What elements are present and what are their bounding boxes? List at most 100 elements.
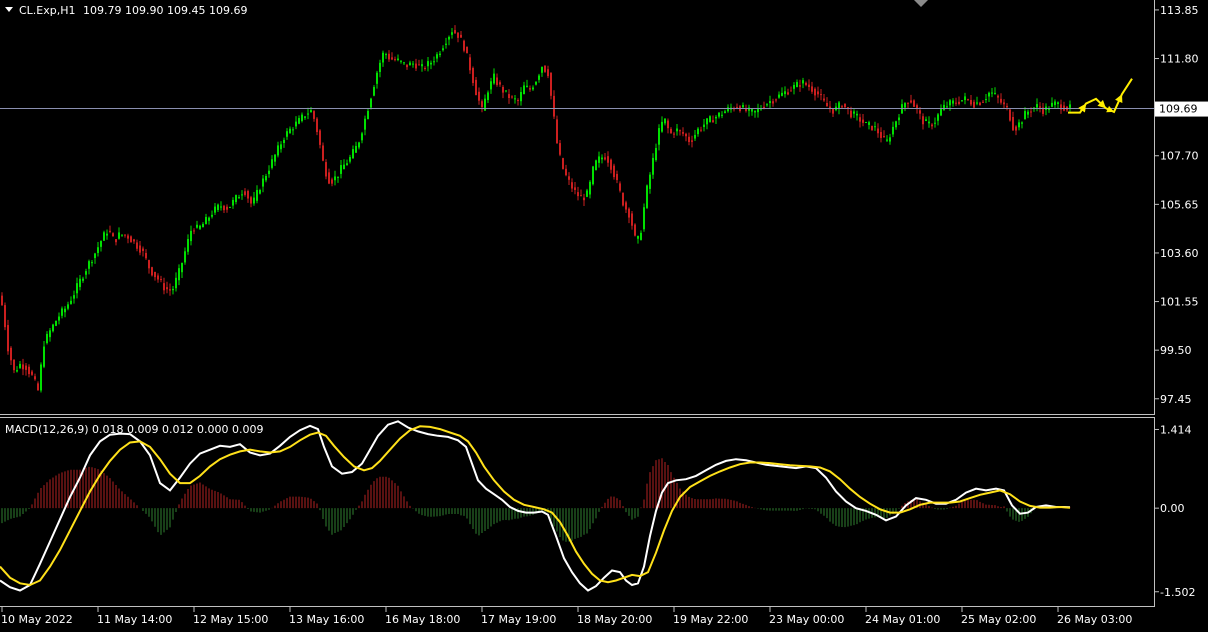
bull-candle [364, 118, 366, 130]
bull-candle [451, 32, 453, 35]
bear-candle [919, 110, 921, 114]
bull-candle [67, 304, 69, 309]
bear-candle [499, 82, 501, 85]
bear-candle [808, 84, 810, 88]
bull-candle [748, 107, 750, 111]
bull-candle [490, 81, 492, 90]
time-axis-label: 10 May 2022 [1, 613, 73, 626]
bull-candle [55, 320, 57, 326]
bull-candle [349, 157, 351, 162]
bear-candle [466, 46, 468, 54]
bear-candle [1009, 109, 1011, 121]
bull-candle [445, 43, 447, 45]
bull-candle [76, 283, 78, 294]
bull-candle [361, 133, 363, 141]
bear-candle [565, 168, 567, 176]
bull-candle [853, 111, 855, 114]
bull-candle [241, 194, 243, 196]
bull-candle [352, 149, 354, 159]
bull-candle [292, 129, 294, 131]
bull-candle [280, 144, 282, 150]
bull-candle [793, 85, 795, 89]
bull-candle [943, 104, 945, 111]
bull-candle [715, 116, 717, 119]
bear-candle [319, 130, 321, 145]
bear-candle [25, 365, 27, 370]
bull-candle [964, 96, 966, 101]
bull-candle [991, 92, 993, 94]
bull-candle [514, 98, 516, 100]
bull-candle [781, 92, 783, 96]
bull-candle [52, 324, 54, 332]
bull-candle [301, 114, 303, 122]
bull-candle [91, 262, 93, 264]
bear-candle [817, 91, 819, 95]
bull-candle [40, 364, 42, 391]
bear-candle [556, 119, 558, 144]
bull-candle [754, 110, 756, 113]
bear-candle [973, 101, 975, 108]
bull-candle [70, 300, 72, 304]
bear-candle [424, 68, 426, 70]
bull-candle [934, 122, 936, 124]
bull-candle [286, 131, 288, 137]
bear-candle [814, 88, 816, 96]
bull-candle [592, 166, 594, 185]
bull-candle [766, 104, 768, 106]
price-axis-label: 113.85 [1160, 4, 1199, 17]
bull-candle [118, 232, 120, 239]
bull-candle [595, 160, 597, 170]
bull-candle [1018, 122, 1020, 128]
bull-candle [73, 295, 75, 299]
bull-candle [940, 108, 942, 116]
bull-candle [430, 62, 432, 65]
bear-candle [328, 172, 330, 184]
bull-candle [184, 251, 186, 263]
bull-candle [664, 118, 666, 124]
bear-candle [502, 86, 504, 93]
bear-candle [745, 108, 747, 111]
bull-candle [373, 87, 375, 96]
bull-candle [403, 62, 405, 64]
bull-candle [43, 346, 45, 367]
bull-candle [904, 103, 906, 108]
bull-candle [802, 80, 804, 84]
bear-candle [685, 133, 687, 137]
bull-candle [946, 106, 948, 108]
bear-candle [127, 235, 129, 239]
bear-candle [1, 295, 3, 306]
bear-candle [1012, 117, 1014, 131]
bull-candle [85, 271, 87, 275]
bear-candle [997, 95, 999, 98]
bull-candle [523, 85, 525, 95]
bull-candle [334, 176, 336, 181]
chart-canvas[interactable]: 113.85111.80109.75107.70105.65103.60101.… [0, 0, 1208, 628]
bull-candle [538, 75, 540, 80]
price-axis-label: 97.45 [1160, 393, 1192, 406]
bull-candle [238, 197, 240, 199]
bear-candle [463, 40, 465, 51]
bull-candle [640, 232, 642, 240]
bull-candle [976, 102, 978, 104]
bull-candle [874, 126, 876, 128]
bear-candle [457, 32, 459, 38]
bull-candle [211, 214, 213, 217]
bull-candle [697, 128, 699, 135]
bear-candle [223, 205, 225, 211]
bull-candle [307, 113, 309, 115]
bull-candle [181, 262, 183, 273]
bull-candle [493, 73, 495, 84]
bear-candle [508, 94, 510, 99]
bear-candle [244, 191, 246, 195]
bear-candle [880, 132, 882, 138]
mt4-chart-window[interactable]: 113.85111.80109.75107.70105.65103.60101.… [0, 0, 1208, 628]
bear-candle [394, 59, 396, 61]
time-axis-label: 23 May 00:00 [769, 613, 844, 626]
time-axis-label: 11 May 14:00 [97, 613, 172, 626]
bear-candle [481, 101, 483, 107]
bear-candle [325, 162, 327, 177]
bear-candle [22, 364, 24, 370]
bull-candle [343, 164, 345, 170]
bull-candle [1069, 104, 1071, 108]
bear-candle [37, 383, 39, 391]
